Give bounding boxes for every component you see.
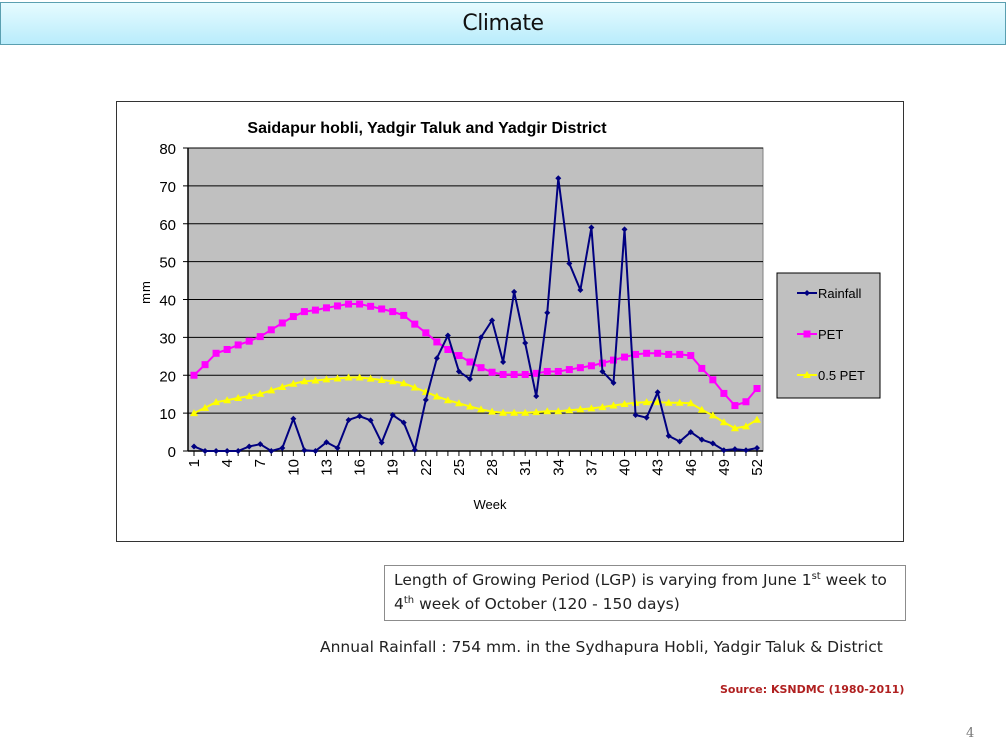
- xtick-label-43: 43: [650, 459, 667, 476]
- point-pet-week-33: [543, 367, 551, 375]
- point-pet-week-13: [322, 304, 330, 312]
- legend-label-0-5-pet: 0.5 PET: [818, 368, 865, 383]
- point-pet-week-22: [422, 329, 430, 337]
- page-number: 4: [966, 726, 975, 741]
- point-pet-week-51: [742, 398, 750, 406]
- xtick-label-49: 49: [716, 459, 733, 476]
- slide-title-bar: Climate: [0, 2, 1006, 45]
- point-pet-week-12: [311, 306, 319, 314]
- legend-label-pet: PET: [818, 327, 843, 342]
- point-pet-week-40: [621, 353, 629, 361]
- point-pet-week-42: [643, 349, 651, 357]
- xtick-label-31: 31: [517, 459, 534, 476]
- point-pet-week-2: [201, 361, 209, 369]
- point-pet-week-11: [300, 308, 308, 316]
- ytick-label-0: 0: [168, 444, 176, 461]
- point-pet-week-6: [245, 337, 253, 345]
- point-pet-week-26: [466, 358, 474, 366]
- point-pet-week-45: [676, 350, 684, 358]
- point-pet-week-18: [378, 305, 386, 313]
- climate-chart: Saidapur hobli, Yadgir Taluk and Yadgir …: [138, 120, 881, 512]
- point-pet-week-3: [212, 349, 220, 357]
- xtick-label-34: 34: [550, 459, 567, 476]
- ytick-label-50: 50: [159, 255, 176, 272]
- point-pet-week-1: [190, 371, 198, 379]
- point-pet-week-5: [234, 341, 242, 349]
- xtick-label-52: 52: [749, 459, 766, 476]
- point-pet-week-49: [720, 389, 728, 397]
- lgp-text-3: week of October (120 - 150 days): [414, 595, 680, 613]
- xtick-label-13: 13: [318, 459, 335, 476]
- point-pet-week-37: [587, 362, 595, 370]
- x-axis-label: Week: [474, 497, 507, 512]
- xtick-label-40: 40: [617, 459, 634, 476]
- xtick-label-7: 7: [252, 459, 269, 467]
- xtick-label-28: 28: [484, 459, 501, 476]
- xtick-label-1: 1: [186, 459, 203, 467]
- point-pet-week-21: [411, 320, 419, 328]
- point-pet-week-50: [731, 402, 739, 410]
- point-pet-week-29: [499, 370, 507, 378]
- point-pet-week-10: [289, 313, 297, 321]
- point-pet-week-24: [444, 345, 452, 353]
- legend-marker-pet: [803, 330, 811, 338]
- ytick-label-40: 40: [159, 293, 176, 310]
- xtick-label-10: 10: [285, 459, 302, 476]
- lgp-note-box: Length of Growing Period (LGP) is varyin…: [384, 565, 906, 621]
- point-pet-week-23: [433, 338, 441, 346]
- lgp-text-1: Length of Growing Period (LGP) is varyin…: [394, 571, 812, 589]
- point-pet-week-27: [477, 364, 485, 372]
- y-axis-label: mm: [138, 280, 153, 304]
- point-pet-week-30: [510, 370, 518, 378]
- xtick-label-22: 22: [418, 459, 435, 476]
- point-pet-week-43: [654, 349, 662, 357]
- point-pet-week-9: [278, 319, 286, 327]
- point-pet-week-47: [698, 364, 706, 372]
- point-pet-week-8: [267, 326, 275, 334]
- ytick-label-60: 60: [159, 217, 176, 234]
- point-pet-week-19: [389, 308, 397, 316]
- ytick-label-30: 30: [159, 330, 176, 347]
- point-pet-week-41: [632, 350, 640, 358]
- point-pet-week-17: [367, 302, 375, 310]
- point-pet-week-15: [345, 300, 353, 308]
- xtick-label-37: 37: [583, 459, 600, 476]
- xtick-label-46: 46: [683, 459, 700, 476]
- xtick-label-19: 19: [385, 459, 402, 476]
- ytick-label-80: 80: [159, 141, 176, 158]
- slide-title: Climate: [462, 11, 544, 36]
- point-pet-week-36: [576, 364, 584, 372]
- ytick-label-20: 20: [159, 368, 176, 385]
- xtick-label-25: 25: [451, 459, 468, 476]
- annual-rainfall-text: Annual Rainfall : 754 mm. in the Sydhapu…: [320, 638, 883, 656]
- point-pet-week-4: [223, 345, 231, 353]
- xtick-label-4: 4: [219, 459, 236, 467]
- point-pet-week-48: [709, 376, 717, 384]
- lgp-sup-1: st: [811, 571, 821, 582]
- chart-title: Saidapur hobli, Yadgir Taluk and Yadgir …: [247, 120, 607, 137]
- point-pet-week-20: [400, 311, 408, 319]
- chart-frame: Saidapur hobli, Yadgir Taluk and Yadgir …: [116, 101, 904, 542]
- point-pet-week-28: [488, 368, 496, 376]
- point-pet-week-44: [665, 350, 673, 358]
- lgp-sup-2: th: [403, 595, 415, 606]
- point-pet-week-7: [256, 333, 264, 341]
- point-pet-week-52: [753, 385, 761, 393]
- point-pet-week-31: [521, 370, 529, 378]
- xtick-label-16: 16: [352, 459, 369, 476]
- point-pet-week-35: [565, 366, 573, 374]
- point-pet-week-16: [356, 300, 364, 308]
- legend-label-rainfall: Rainfall: [818, 286, 861, 301]
- point-pet-week-46: [687, 352, 695, 360]
- point-pet-week-14: [334, 302, 342, 310]
- ytick-label-10: 10: [159, 406, 176, 423]
- point-pet-week-25: [455, 352, 463, 360]
- point-pet-week-34: [554, 367, 562, 375]
- ytick-label-70: 70: [159, 179, 176, 196]
- source-note: Source: KSNDMC (1980-2011): [720, 683, 905, 696]
- lgp-note: Length of Growing Period (LGP) is varyin…: [385, 566, 905, 616]
